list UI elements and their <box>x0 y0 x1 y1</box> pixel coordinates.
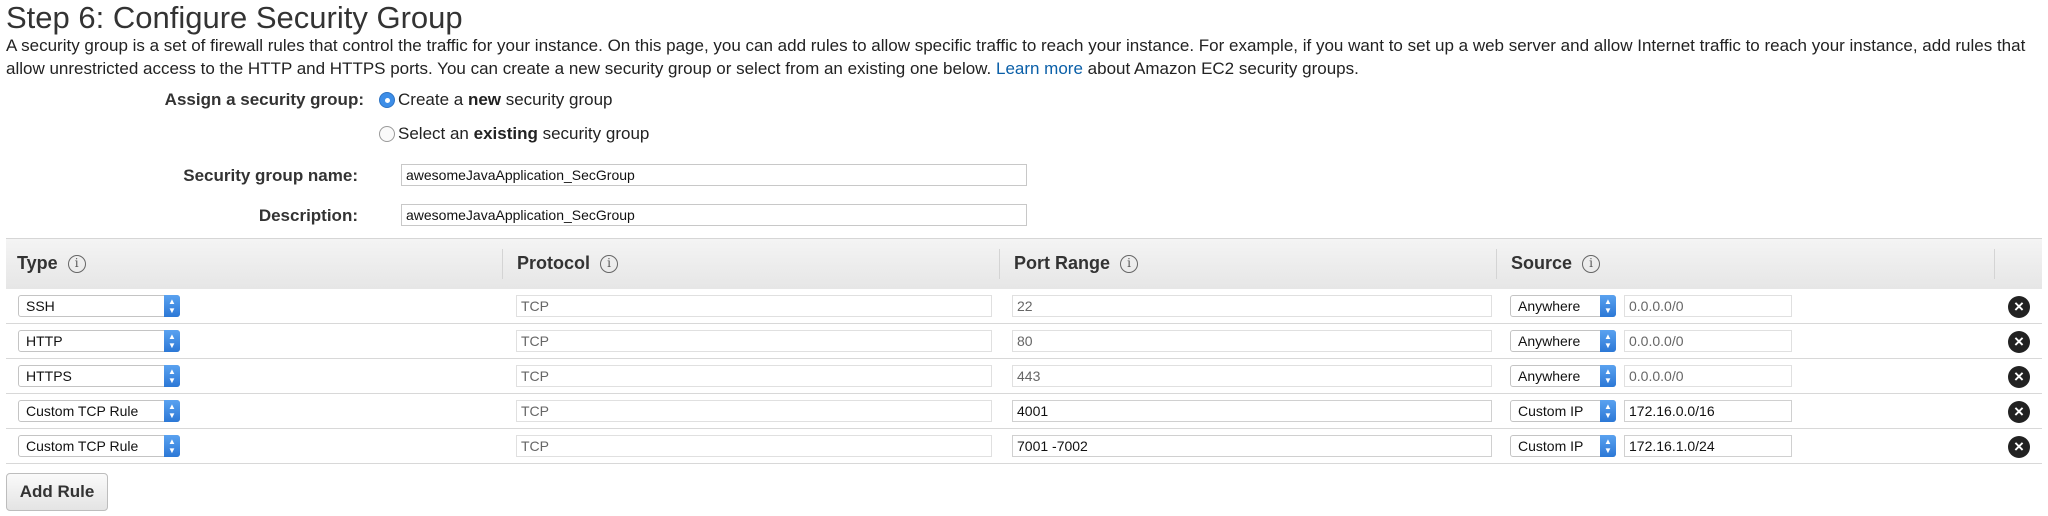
header-protocol: Protocol i <box>517 253 619 274</box>
source-cidr-field: 0.0.0.0/0 <box>1624 365 1792 387</box>
port-range-field: 443 <box>1012 365 1492 387</box>
type-select[interactable]: SSH ▲ ▼ <box>18 295 180 317</box>
header-source-label: Source <box>1511 253 1573 273</box>
port-range-info-icon[interactable]: i <box>1120 254 1139 273</box>
security-group-name-label: Security group name: <box>183 166 358 185</box>
configure-security-group-page: Step 6: Configure Security Group A secur… <box>0 0 2048 516</box>
protocol-field: TCP <box>516 330 992 352</box>
radio-select-existing[interactable]: Select an existing security group <box>379 124 649 144</box>
source-select[interactable]: Anywhere ▲ ▼ <box>1510 295 1616 317</box>
protocol-field: TCP <box>516 295 992 317</box>
select-arrows-icon: ▲ ▼ <box>164 435 180 457</box>
header-source: Source i <box>1511 253 1601 274</box>
protocol-info-icon[interactable]: i <box>600 254 619 273</box>
source-select[interactable]: Anywhere ▲ ▼ <box>1510 365 1616 387</box>
source-select-value: Anywhere <box>1518 333 1581 349</box>
source-cidr-input[interactable]: 172.16.1.0/24 <box>1624 435 1792 457</box>
source-cidr-input[interactable]: 172.16.0.0/16 <box>1624 400 1792 422</box>
type-select-value: HTTP <box>26 333 63 349</box>
remove-rule-icon[interactable]: × <box>2008 401 2030 423</box>
source-cidr-field: 0.0.0.0/0 <box>1624 330 1792 352</box>
type-select[interactable]: Custom TCP Rule ▲ ▼ <box>18 400 180 422</box>
header-type-label: Type <box>17 253 58 273</box>
column-divider <box>1994 249 1995 279</box>
assign-security-group-label: Assign a security group: <box>164 90 364 109</box>
header-protocol-label: Protocol <box>517 253 591 273</box>
source-select-value: Custom IP <box>1518 403 1584 419</box>
intro-suffix: about Amazon EC2 security groups. <box>1087 59 1359 78</box>
remove-rule-icon[interactable]: × <box>2008 366 2030 388</box>
select-arrows-icon: ▲ ▼ <box>164 295 180 317</box>
port-range-field: 22 <box>1012 295 1492 317</box>
protocol-field: TCP <box>516 435 992 457</box>
radio-select-existing-bold: existing <box>473 124 538 143</box>
radio-create-new[interactable]: Create a new security group <box>379 90 613 110</box>
remove-rule-icon[interactable]: × <box>2008 296 2030 318</box>
description-input[interactable]: awesomeJavaApplication_SecGroup <box>401 204 1027 226</box>
table-row: Custom TCP Rule ▲ ▼ TCP 4001 Custom IP ▲ ▼… <box>6 394 2042 429</box>
header-port-range: Port Range i <box>1014 253 1139 274</box>
intro-paragraph: A security group is a set of firewall ru… <box>6 34 2036 80</box>
type-select-value: Custom TCP Rule <box>26 438 139 454</box>
source-info-icon[interactable]: i <box>1582 254 1601 273</box>
source-select-value: Anywhere <box>1518 368 1581 384</box>
table-row: HTTPS ▲ ▼ TCP 443 Anywhere ▲ ▼ 0.0.0.0/0 × <box>6 359 2042 394</box>
source-select-value: Custom IP <box>1518 438 1584 454</box>
add-rule-button[interactable]: Add Rule <box>6 473 108 511</box>
remove-rule-icon[interactable]: × <box>2008 436 2030 458</box>
column-divider <box>1496 249 1497 279</box>
radio-create-new-suffix: security group <box>501 90 613 109</box>
header-type: Type i <box>17 253 86 274</box>
type-info-icon[interactable]: i <box>67 254 86 273</box>
select-arrows-icon: ▲ ▼ <box>1600 365 1616 387</box>
type-select[interactable]: HTTP ▲ ▼ <box>18 330 180 352</box>
type-select[interactable]: HTTPS ▲ ▼ <box>18 365 180 387</box>
port-range-input[interactable]: 4001 <box>1012 400 1492 422</box>
protocol-field: TCP <box>516 400 992 422</box>
select-arrows-icon: ▲ ▼ <box>164 400 180 422</box>
type-select-value: HTTPS <box>26 368 72 384</box>
type-select[interactable]: Custom TCP Rule ▲ ▼ <box>18 435 180 457</box>
port-range-field: 80 <box>1012 330 1492 352</box>
source-select[interactable]: Custom IP ▲ ▼ <box>1510 400 1616 422</box>
radio-create-new-icon[interactable] <box>379 92 395 108</box>
table-row: HTTP ▲ ▼ TCP 80 Anywhere ▲ ▼ 0.0.0.0/0 × <box>6 324 2042 359</box>
radio-create-new-bold: new <box>467 90 501 109</box>
source-select[interactable]: Custom IP ▲ ▼ <box>1510 435 1616 457</box>
radio-select-existing-icon[interactable] <box>379 126 395 142</box>
page-title: Step 6: Configure Security Group <box>6 0 463 35</box>
source-select[interactable]: Anywhere ▲ ▼ <box>1510 330 1616 352</box>
type-select-value: Custom TCP Rule <box>26 403 139 419</box>
select-arrows-icon: ▲ ▼ <box>1600 400 1616 422</box>
select-arrows-icon: ▲ ▼ <box>1600 435 1616 457</box>
type-select-value: SSH <box>26 298 55 314</box>
learn-more-link[interactable]: Learn more <box>996 59 1083 78</box>
security-group-name-input[interactable]: awesomeJavaApplication_SecGroup <box>401 164 1027 186</box>
column-divider <box>999 249 1000 279</box>
port-range-input[interactable]: 7001 -7002 <box>1012 435 1492 457</box>
radio-create-new-prefix: Create a <box>398 90 468 109</box>
protocol-field: TCP <box>516 365 992 387</box>
column-divider <box>502 249 503 279</box>
source-cidr-field: 0.0.0.0/0 <box>1624 295 1792 317</box>
select-arrows-icon: ▲ ▼ <box>164 365 180 387</box>
source-select-value: Anywhere <box>1518 298 1581 314</box>
table-row: SSH ▲ ▼ TCP 22 Anywhere ▲ ▼ 0.0.0.0/0 × <box>6 289 2042 324</box>
header-port-range-label: Port Range <box>1014 253 1111 273</box>
select-arrows-icon: ▲ ▼ <box>1600 295 1616 317</box>
select-arrows-icon: ▲ ▼ <box>164 330 180 352</box>
radio-select-existing-suffix: security group <box>537 124 650 143</box>
remove-rule-icon[interactable]: × <box>2008 331 2030 353</box>
description-label: Description: <box>258 206 358 225</box>
rules-table-header: Type i Protocol i Port Range i Source i <box>6 238 2042 290</box>
select-arrows-icon: ▲ ▼ <box>1600 330 1616 352</box>
table-row: Custom TCP Rule ▲ ▼ TCP 7001 -7002 Custom… <box>6 429 2042 464</box>
radio-select-existing-prefix: Select an <box>398 124 474 143</box>
